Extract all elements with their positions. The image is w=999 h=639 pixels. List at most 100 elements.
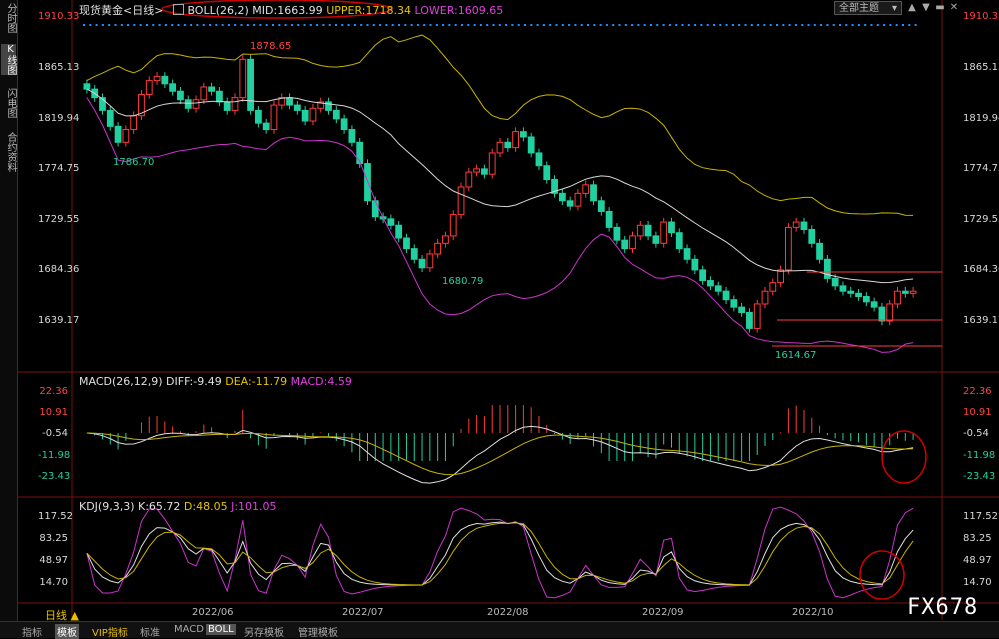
candle-body (177, 90, 184, 101)
marker-dot (662, 24, 665, 26)
marker-dot (889, 24, 892, 26)
scroll-down-button[interactable]: ▼ (919, 1, 933, 15)
price-axis-label: 1729.55 (963, 214, 999, 225)
marker-dot (366, 24, 369, 26)
candle-body (582, 184, 590, 194)
candle-body (644, 224, 652, 237)
candle-body (512, 131, 519, 149)
marker-dot (530, 24, 533, 26)
marker-dot (668, 24, 671, 26)
macd-axis-label-left: 10.91 (39, 407, 68, 418)
marker-dot (643, 24, 646, 26)
close-button[interactable]: ✕ (947, 1, 961, 15)
marker-dot (511, 24, 514, 26)
kdj-d: D:48.05 (183, 500, 228, 513)
theme-select[interactable]: 全部主题 ▾ (834, 1, 902, 15)
candle-body (558, 192, 566, 202)
marker-dot (303, 24, 306, 26)
chart-area[interactable]: 现货黄金<日线> BOLL(26,2) MID:1663.99 UPPER:17… (17, 0, 999, 637)
marker-dot (694, 24, 697, 26)
kdj-axis-label: 117.52 (963, 511, 998, 522)
candle-body (909, 290, 917, 294)
marker-dot (826, 24, 829, 26)
marker-dot (876, 24, 879, 26)
marker-dot (259, 24, 262, 26)
marker-dot (801, 24, 804, 26)
marker-dot (580, 24, 583, 26)
candle-body (683, 248, 691, 260)
marker-dot (498, 24, 501, 26)
marker-dot (284, 24, 287, 26)
candle-body (418, 258, 426, 269)
marker-dot (782, 24, 785, 26)
scroll-up-button[interactable]: ▲ (905, 1, 919, 15)
candle-body (636, 224, 644, 237)
candle-body (254, 109, 262, 124)
marker-dot (120, 24, 123, 26)
candle-body (262, 122, 270, 131)
marker-dot (731, 24, 734, 26)
tab-contract-info[interactable]: 合约资料 (1, 132, 16, 172)
macd-axis-label-left: -23.43 (38, 471, 71, 482)
candle-body (823, 258, 831, 279)
chart-canvas[interactable] (17, 0, 999, 620)
boll-mid-value: MID:1663.99 (252, 4, 323, 17)
candle-body (629, 235, 636, 250)
marker-dot (794, 24, 797, 26)
kdj-k: K:65.72 (138, 500, 181, 513)
highlight-ellipse (859, 550, 905, 600)
candle-body (784, 226, 792, 271)
date-label: 2022/09 (642, 607, 684, 618)
macd-title[interactable]: MACD(26,12,9) (79, 375, 163, 388)
candle-body (286, 97, 293, 106)
macd-axis-label-left: -0.54 (42, 428, 68, 439)
candle-body (356, 141, 364, 165)
minimize-button[interactable]: ▬ (933, 1, 947, 15)
candle-body (231, 97, 239, 111)
price-axis-label: 1819.94 (963, 113, 999, 124)
marker-dot (404, 24, 407, 26)
tab-lightning-chart[interactable]: 闪电图 (1, 88, 16, 118)
marker-dot (190, 24, 193, 26)
marker-dot (713, 24, 715, 26)
candle-body (122, 129, 130, 143)
kdj-axis-label-left: 117.52 (38, 511, 73, 522)
marker-dot (265, 24, 268, 26)
watermark-logo: FX678 (907, 595, 979, 620)
tab-macd[interactable]: MACD (174, 624, 204, 635)
marker-dot (423, 24, 426, 26)
boll-indicator-name[interactable]: BOLL(26,2) (187, 4, 248, 17)
marker-dot (549, 24, 552, 26)
marker-dot (83, 24, 85, 26)
tab-time-chart[interactable]: 分时图 (1, 3, 16, 33)
marker-dot (416, 24, 419, 26)
price-axis-label: 1774.75 (963, 163, 999, 174)
candle-body (348, 129, 356, 143)
macd-axis-label: 10.91 (963, 407, 992, 418)
low-annotation: 1680.79 (442, 276, 484, 287)
marker-dot (536, 24, 539, 26)
marker-dot (624, 24, 627, 26)
candle-body (239, 58, 247, 99)
tab-boll[interactable]: BOLL (206, 624, 236, 635)
candle-body (465, 171, 473, 188)
marker-dot (95, 24, 98, 26)
candle-body (777, 269, 784, 284)
marker-dot (593, 24, 596, 26)
marker-dot (700, 24, 703, 26)
candle-body (145, 80, 153, 95)
marker-dot (290, 24, 293, 26)
kdj-axis-label-left: 48.97 (39, 555, 68, 566)
candle-body (332, 109, 340, 120)
marker-dot (681, 24, 684, 26)
marker-dot (561, 24, 564, 26)
candle-body (496, 141, 504, 154)
marker-dot (202, 24, 205, 26)
marker-dot (788, 24, 791, 26)
candle-body (738, 306, 746, 313)
marker-dot (467, 24, 470, 26)
tab-kline-chart[interactable]: K线图 (1, 44, 16, 75)
marker-dot (127, 24, 130, 26)
kdj-title[interactable]: KDJ(9,3,3) (79, 500, 135, 513)
marker-dot (832, 24, 835, 26)
